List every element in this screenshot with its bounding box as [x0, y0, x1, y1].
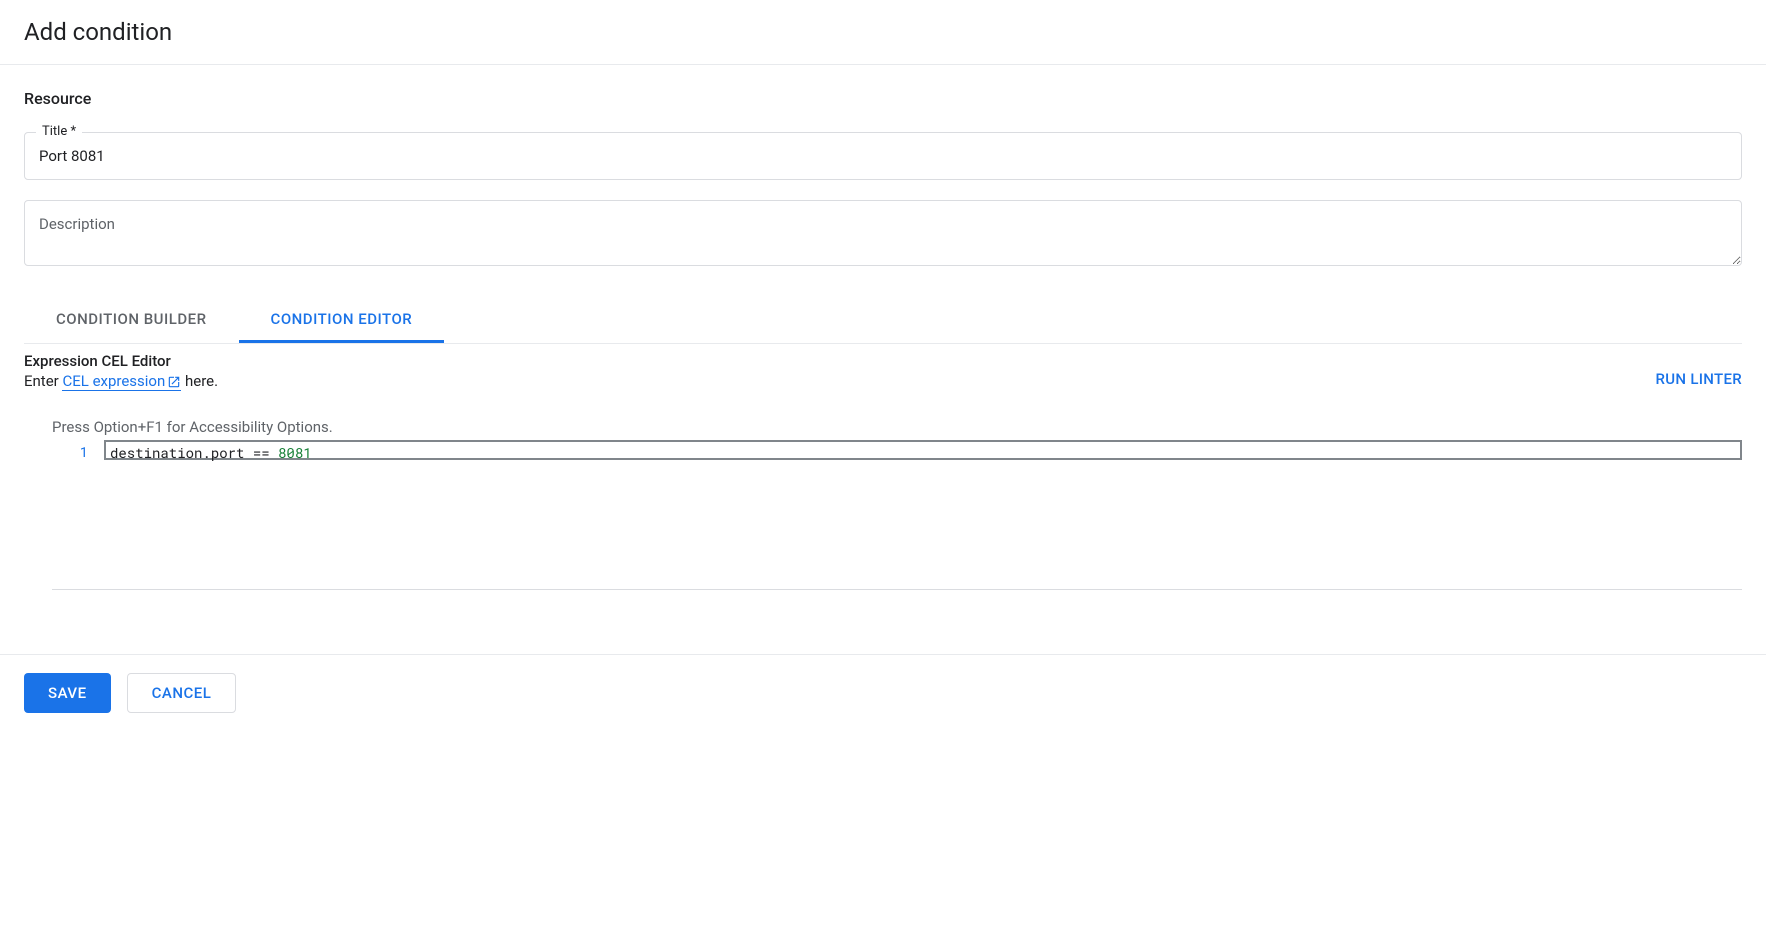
editor-header-left: Expression CEL Editor Enter CEL expressi… — [24, 352, 1656, 390]
content-area: Resource Title * CONDITION BUILDER CONDI… — [0, 65, 1766, 614]
tab-condition-editor[interactable]: CONDITION EDITOR — [239, 298, 445, 343]
subtitle-suffix: here. — [181, 372, 218, 390]
title-label: Title * — [36, 124, 82, 139]
tabs-container: CONDITION BUILDER CONDITION EDITOR — [24, 298, 1742, 344]
tab-condition-builder[interactable]: CONDITION BUILDER — [24, 298, 239, 343]
editor-title: Expression CEL Editor — [24, 352, 1656, 370]
editor-header-row: Expression CEL Editor Enter CEL expressi… — [24, 352, 1742, 390]
code-input-area[interactable]: destination.port == 8081 — [104, 440, 1742, 460]
title-input[interactable] — [24, 132, 1742, 180]
resource-section-label: Resource — [24, 89, 1742, 108]
line-numbers: 1 — [52, 440, 104, 589]
line-number-1: 1 — [52, 442, 88, 461]
subtitle-prefix: Enter — [24, 372, 62, 390]
cancel-button[interactable]: CANCEL — [127, 673, 237, 713]
code-expression: destination.port == — [110, 443, 278, 462]
footer-actions: SAVE CANCEL — [0, 654, 1766, 731]
cel-expression-link[interactable]: CEL expression — [62, 372, 181, 391]
page-title: Add condition — [24, 18, 1742, 46]
code-number-literal: 8081 — [278, 443, 312, 462]
external-link-icon — [167, 375, 181, 389]
description-field-group — [24, 200, 1742, 270]
editor-subtitle: Enter CEL expression here. — [24, 372, 1656, 390]
title-field-group: Title * — [24, 132, 1742, 180]
editor-section: Expression CEL Editor Enter CEL expressi… — [24, 344, 1742, 590]
page-header: Add condition — [0, 0, 1766, 65]
accessibility-hint: Press Option+F1 for Accessibility Option… — [52, 418, 1742, 436]
code-editor: 1 destination.port == 8081 — [52, 440, 1742, 590]
save-button[interactable]: SAVE — [24, 673, 111, 713]
run-linter-button[interactable]: RUN LINTER — [1656, 352, 1742, 388]
description-input[interactable] — [24, 200, 1742, 266]
